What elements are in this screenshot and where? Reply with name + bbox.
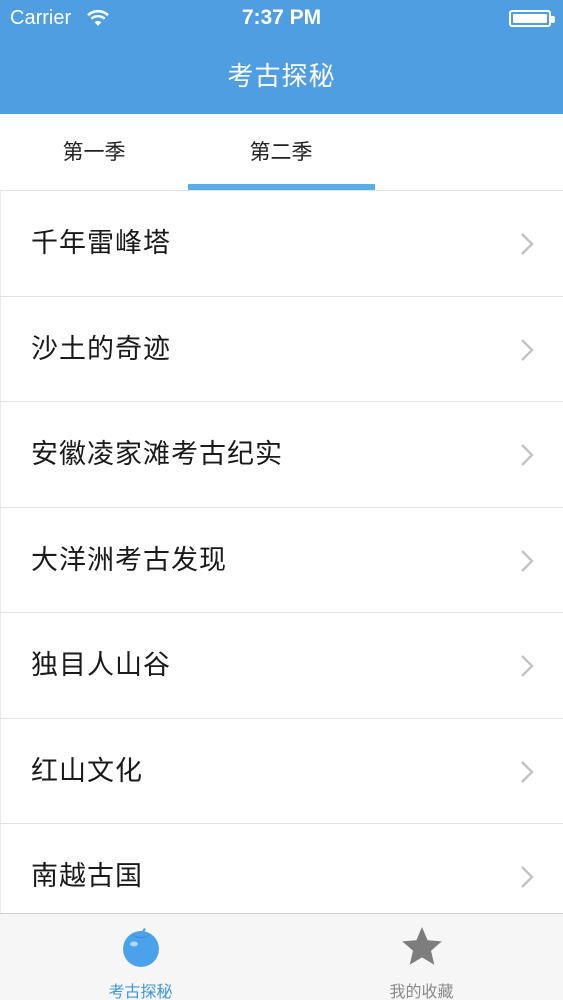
status-time: 7:37 PM bbox=[241, 6, 322, 29]
list-item[interactable]: 千年雷峰塔 bbox=[0, 191, 563, 297]
chevron-right-icon bbox=[521, 760, 534, 783]
list-item-label: 独目人山谷 bbox=[31, 650, 171, 681]
tab-bar-label: 考古探秘 bbox=[108, 982, 173, 1000]
list-item[interactable]: 大洋洲考古发现 bbox=[0, 507, 563, 613]
status-bar: Carrier 7:37 PM bbox=[0, 0, 563, 38]
bottom-tab-bar: 考古探秘 我的收藏 bbox=[0, 913, 563, 1000]
season-tabs: 第一季 第二季 bbox=[0, 114, 563, 191]
list-item-label: 红山文化 bbox=[31, 755, 143, 787]
chevron-right-icon bbox=[521, 549, 534, 572]
tab-selected-indicator bbox=[188, 184, 375, 190]
list-item[interactable]: 安徽凌家滩考古纪实 bbox=[0, 402, 563, 508]
list-item-label: 大洋洲考古发现 bbox=[31, 544, 227, 576]
tab-bar-item-favorites[interactable]: 我的收藏 bbox=[281, 914, 562, 1000]
list-item-label: 安徽凌家滩考古纪实 bbox=[31, 439, 283, 470]
list-item[interactable]: 沙土的奇迹 bbox=[0, 296, 563, 402]
chevron-right-icon bbox=[521, 338, 534, 361]
chevron-right-icon bbox=[521, 655, 534, 677]
tab-season-two[interactable]: 第二季 bbox=[187, 114, 375, 191]
chevron-right-icon bbox=[521, 444, 534, 466]
battery-icon bbox=[509, 10, 555, 27]
list-item[interactable]: 独目人山谷 bbox=[0, 613, 563, 719]
star-icon bbox=[402, 927, 442, 965]
list-item[interactable]: 南越古国 bbox=[0, 824, 563, 913]
page-title: 考古探秘 bbox=[227, 62, 336, 92]
tomato-icon bbox=[123, 928, 159, 967]
tab-season-one[interactable]: 第一季 bbox=[0, 114, 188, 191]
list-item-label: 南越古国 bbox=[31, 861, 143, 892]
list-item-label: 千年雷峰塔 bbox=[31, 228, 171, 259]
tab-bar-item-explore[interactable]: 考古探秘 bbox=[0, 914, 281, 1000]
chevron-right-icon bbox=[521, 233, 534, 255]
episode-list[interactable]: 千年雷峰塔 沙土的奇迹 安徽凌家滩考古纪实 大洋洲考古发现 独目人山谷 红山文化… bbox=[0, 191, 563, 913]
nav-header: Carrier 7:37 PM 考古探秘 bbox=[0, 0, 563, 114]
tab-bar-label: 我的收藏 bbox=[389, 982, 454, 1000]
list-item-label: 沙土的奇迹 bbox=[31, 333, 171, 365]
list-item[interactable]: 红山文化 bbox=[0, 718, 563, 824]
chevron-right-icon bbox=[521, 866, 534, 888]
